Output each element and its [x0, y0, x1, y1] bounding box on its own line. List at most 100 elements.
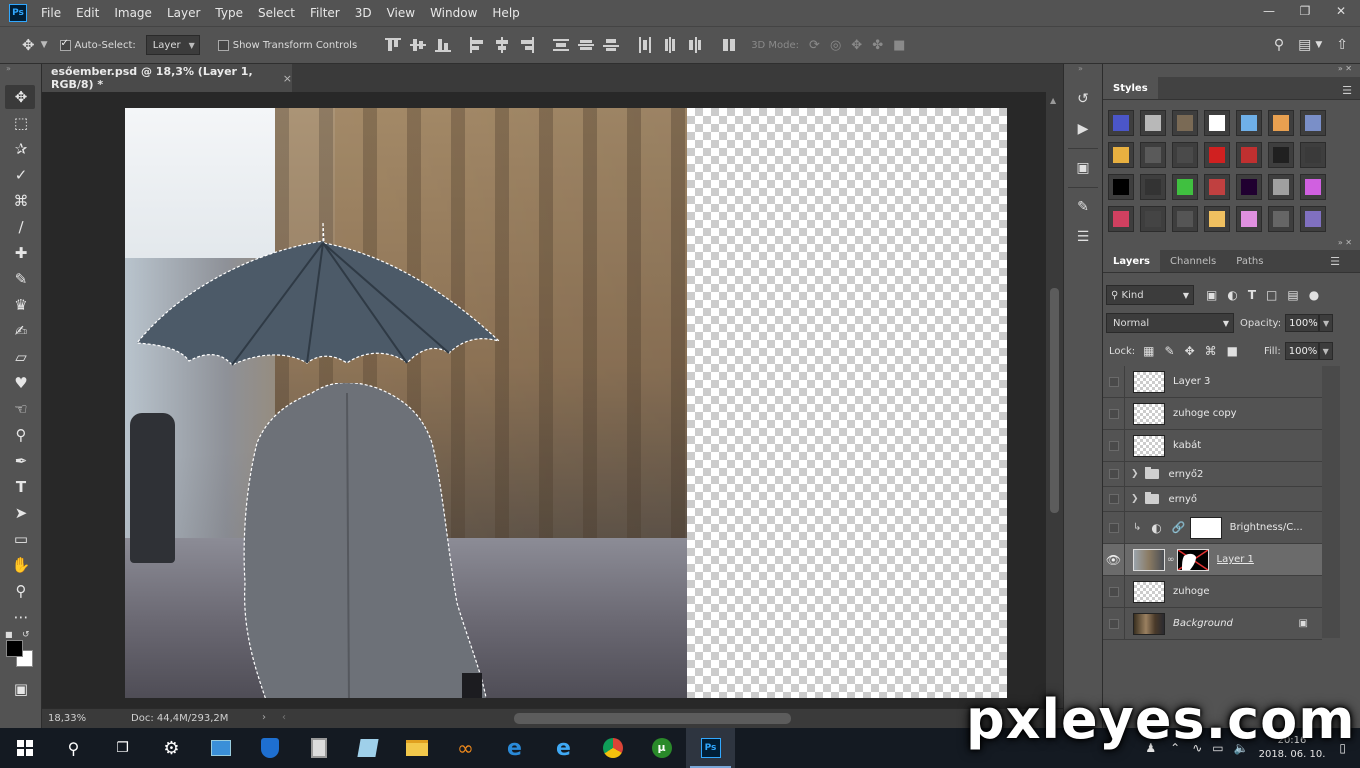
lock-image-pixels-icon[interactable]: ✎ — [1165, 344, 1175, 358]
auto-select-target-dropdown[interactable]: Layer ▼ — [145, 35, 200, 55]
visibility-toggle[interactable] — [1103, 430, 1125, 461]
distribute-top-icon[interactable] — [553, 37, 570, 53]
paint-bucket-tool[interactable]: ♥ — [0, 370, 42, 396]
lock-transparent-pixels-icon[interactable]: ▦ — [1143, 344, 1154, 358]
style-swatch[interactable] — [1300, 174, 1326, 200]
close-tab-icon[interactable]: × — [283, 72, 292, 85]
brush-tool[interactable]: ✎ — [0, 266, 42, 292]
style-swatch[interactable] — [1172, 142, 1198, 168]
history-panel-icon[interactable]: ↺ — [1064, 84, 1102, 114]
filter-type-icon[interactable]: T — [1248, 288, 1256, 302]
scroll-left-icon[interactable]: ‹ — [282, 712, 286, 723]
dodge-tool[interactable]: ⚲ — [0, 422, 42, 448]
move-tool[interactable]: ✥ — [0, 84, 42, 110]
layer-row-layer-3[interactable]: Layer 3 — [1103, 366, 1322, 398]
visibility-toggle[interactable]: 👁 — [1103, 544, 1125, 575]
filter-toggle-icon[interactable]: ● — [1309, 288, 1319, 302]
healing-brush-tool[interactable]: ✚ — [0, 240, 42, 266]
tool-preset-chevron-icon[interactable]: ▼ — [41, 40, 48, 50]
visibility-toggle[interactable] — [1103, 398, 1125, 429]
menu-edit[interactable]: Edit — [76, 6, 99, 20]
filter-smart-object-icon[interactable]: ▤ — [1287, 288, 1298, 302]
transparent-canvas-area[interactable] — [687, 108, 1007, 698]
style-swatch[interactable] — [1140, 174, 1166, 200]
group-row-ernyo[interactable]: ❯ ernyő — [1103, 487, 1322, 512]
menu-file[interactable]: File — [41, 6, 61, 20]
move-tool-icon[interactable]: ✥ — [22, 36, 35, 54]
layer-row-kabat[interactable]: kabát — [1103, 430, 1322, 462]
vertical-scroll-thumb[interactable] — [1050, 288, 1059, 513]
menu-window[interactable]: Window — [430, 6, 477, 20]
layer-row-brightness-contrast[interactable]: ↳ ◐ 🔗 Brightness/C... — [1103, 512, 1322, 544]
search-button[interactable]: ⚲ — [49, 728, 98, 768]
path-selection-tool[interactable]: ➤ — [0, 500, 42, 526]
layers-panel-menu-icon[interactable]: ☰ — [1330, 255, 1340, 268]
tab-paths[interactable]: Paths — [1226, 250, 1273, 272]
styles-panel-menu-icon[interactable]: ☰ — [1342, 84, 1352, 97]
expand-group-chevron-icon[interactable]: ❯ — [1131, 494, 1139, 504]
document-photo-layer[interactable] — [125, 108, 687, 698]
status-menu-chevron-icon[interactable]: › — [262, 712, 266, 723]
style-swatch[interactable] — [1172, 206, 1198, 232]
file-explorer-app[interactable] — [392, 728, 441, 768]
style-swatch[interactable] — [1300, 110, 1326, 136]
default-colors-icon[interactable]: ■ — [5, 630, 13, 639]
canvas-vertical-scrollbar[interactable]: ▲ — [1046, 92, 1063, 708]
scale-3d-icon[interactable]: ■ — [893, 38, 905, 53]
style-swatch[interactable] — [1108, 174, 1134, 200]
distribute-left-icon[interactable] — [637, 37, 653, 53]
edge-browser[interactable]: e — [490, 728, 539, 768]
style-swatch[interactable] — [1236, 206, 1262, 232]
restore-icon[interactable]: ❐ — [1296, 2, 1314, 20]
document-tab[interactable]: esőember.psd @ 18,3% (Layer 1, RGB/8) * … — [42, 64, 292, 92]
style-swatch[interactable] — [1204, 110, 1230, 136]
toolbar-collapse-icon[interactable]: » — [0, 64, 41, 84]
crop-tool[interactable]: ⌘ — [0, 188, 42, 214]
tab-layers[interactable]: Layers — [1103, 250, 1160, 272]
align-horizontal-centers-icon[interactable] — [494, 37, 510, 53]
search-icon[interactable]: ⚲ — [1274, 37, 1284, 53]
align-top-edges-icon[interactable] — [385, 37, 402, 53]
rectangle-tool[interactable]: ▭ — [0, 526, 42, 552]
visibility-toggle[interactable] — [1103, 366, 1125, 397]
show-transform-controls-checkbox[interactable]: Show Transform Controls — [217, 39, 357, 51]
mask-link-icon[interactable]: 🔗 — [1172, 521, 1186, 534]
foreground-color-swatch[interactable] — [6, 640, 23, 657]
eraser-tool[interactable]: ▱ — [0, 344, 42, 370]
settings-app[interactable]: ⚙ — [147, 728, 196, 768]
minimize-icon[interactable]: — — [1260, 2, 1278, 20]
auto-select-check-icon[interactable] — [59, 38, 71, 51]
layers-panel-collapse-icon[interactable]: » ✕ — [1103, 238, 1360, 250]
control-panel-app[interactable] — [196, 728, 245, 768]
canvas-area[interactable] — [42, 92, 1046, 708]
menu-3d[interactable]: 3D — [355, 6, 372, 20]
style-swatch[interactable] — [1236, 174, 1262, 200]
notepad-app[interactable] — [343, 728, 392, 768]
brush-settings-icon[interactable]: ✎ — [1064, 192, 1102, 222]
transform-controls-check-icon[interactable] — [217, 39, 229, 51]
style-swatch[interactable] — [1268, 142, 1294, 168]
smudge-tool[interactable]: ☜ — [0, 396, 42, 422]
opacity-slider-chevron-icon[interactable]: ▼ — [1319, 314, 1334, 332]
style-swatch[interactable] — [1108, 206, 1134, 232]
filter-pixel-icon[interactable]: ▣ — [1206, 288, 1217, 302]
distribute-right-icon[interactable] — [687, 37, 703, 53]
tab-channels[interactable]: Channels — [1160, 250, 1226, 272]
adjustment-mask-thumbnail[interactable] — [1189, 516, 1222, 539]
style-swatch[interactable] — [1140, 142, 1166, 168]
opacity-input[interactable]: 100% — [1285, 314, 1320, 332]
distribute-bottom-icon[interactable] — [603, 37, 620, 53]
lock-artboard-icon[interactable]: ⌘ — [1205, 344, 1217, 358]
style-swatch[interactable] — [1172, 174, 1198, 200]
roll-3d-icon[interactable]: ◎ — [830, 38, 841, 53]
layer-mask-thumbnail[interactable] — [1176, 548, 1209, 571]
edit-toolbar-button[interactable]: ⋯ — [0, 604, 42, 630]
3d-panel-icon[interactable]: ▣ — [1064, 153, 1102, 183]
clone-stamp-tool[interactable]: ♛ — [0, 292, 42, 318]
share-icon[interactable]: ⇧ — [1336, 37, 1348, 53]
menu-layer[interactable]: Layer — [167, 6, 200, 20]
fill-slider-chevron-icon[interactable]: ▼ — [1318, 342, 1333, 360]
lock-position-icon[interactable]: ✥ — [1185, 344, 1195, 358]
style-swatch[interactable] — [1236, 110, 1262, 136]
close-window-icon[interactable]: ✕ — [1332, 2, 1350, 20]
